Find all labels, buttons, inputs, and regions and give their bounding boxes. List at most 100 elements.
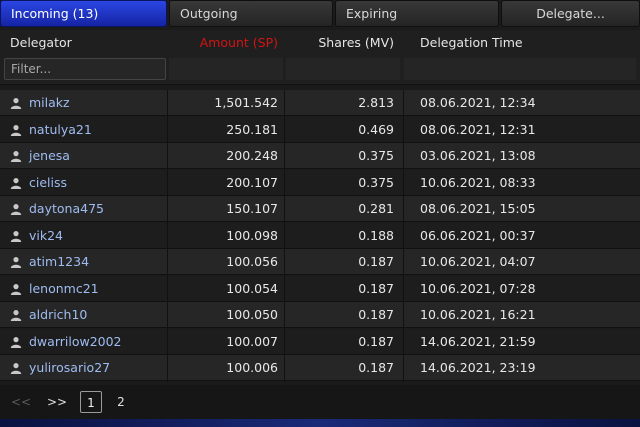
user-icon xyxy=(10,151,22,162)
tab-delegate[interactable]: Delegate... xyxy=(501,0,640,27)
delegation-time-cell: 10.06.2021, 08:33 xyxy=(420,174,536,190)
filter-time-cell xyxy=(404,58,636,80)
filter-shares-cell xyxy=(286,58,400,80)
shares-cell: 0.469 xyxy=(358,121,394,137)
user-icon xyxy=(10,310,22,321)
delegator-cell: natulya21 xyxy=(10,117,165,143)
tab-incoming[interactable]: Incoming (13) xyxy=(0,0,167,27)
user-icon xyxy=(10,177,22,189)
delegator-link[interactable]: aldrich10 xyxy=(29,302,87,328)
delegator-link[interactable]: cieliss xyxy=(29,170,67,196)
filter-row xyxy=(0,56,640,85)
delegator-link[interactable]: lenonmc21 xyxy=(29,276,99,302)
table-row[interactable]: atim1234 100.056 0.187 10.06.2021, 04:07 xyxy=(0,249,640,275)
amount-cell: 150.107 xyxy=(226,201,278,216)
header-delegator[interactable]: Delegator xyxy=(10,30,165,56)
table-row[interactable]: milakz 1,501.542 2.813 08.06.2021, 12:34 xyxy=(0,90,640,116)
delegation-time-cell: 08.06.2021, 12:31 xyxy=(420,121,536,137)
shares-cell: 0.187 xyxy=(358,254,394,269)
user-icon xyxy=(10,257,22,268)
delegation-time-cell: 08.06.2021, 15:05 xyxy=(420,201,536,216)
amount-cell: 200.248 xyxy=(226,148,278,163)
bottom-bar xyxy=(0,419,640,427)
header-amount[interactable]: Amount (SP) xyxy=(168,30,278,56)
delegation-time-cell: 10.06.2021, 16:21 xyxy=(420,307,536,322)
user-icon xyxy=(10,283,22,295)
shares-cell: 2.813 xyxy=(358,95,394,110)
table-row[interactable]: dwarrilow2002 100.007 0.187 14.06.2021, 21:… xyxy=(0,328,640,355)
user-icon xyxy=(10,363,22,374)
tab-bar: Incoming (13) Outgoing Expiring Delegate… xyxy=(0,0,640,28)
user-icon xyxy=(10,124,22,136)
amount-cell: 100.054 xyxy=(226,280,278,296)
table-row[interactable]: aldrich10 100.050 0.187 10.06.2021, 16:21 xyxy=(0,302,640,328)
column-separator xyxy=(284,90,285,382)
pager-prev-button[interactable]: << xyxy=(8,391,34,413)
table-row[interactable]: cieliss 200.107 0.375 10.06.2021, 08:33 xyxy=(0,169,640,196)
tab-delegate-label: Delegate... xyxy=(536,6,605,21)
delegator-cell: lenonmc21 xyxy=(10,276,165,302)
table-header: Delegator Amount (SP) Shares (MV) Delega… xyxy=(0,30,640,57)
delegator-link[interactable]: natulya21 xyxy=(29,117,92,143)
table-row[interactable]: lenonmc21 100.054 0.187 10.06.2021, 07:28 xyxy=(0,275,640,302)
delegator-link[interactable]: vik24 xyxy=(29,223,63,249)
tab-expiring[interactable]: Expiring xyxy=(335,0,499,27)
delegator-cell: yulirosario27 xyxy=(10,355,165,381)
delegator-link[interactable]: atim1234 xyxy=(29,249,89,275)
pager-page-2[interactable]: 2 xyxy=(110,391,132,413)
delegation-time-cell: 14.06.2021, 23:19 xyxy=(420,360,536,375)
delegation-time-cell: 08.06.2021, 12:34 xyxy=(420,95,536,110)
delegator-cell: vik24 xyxy=(10,223,165,249)
delegator-cell: dwarrilow2002 xyxy=(10,329,165,355)
delegator-link[interactable]: jenesa xyxy=(29,143,70,169)
delegator-cell: aldrich10 xyxy=(10,302,165,328)
shares-cell: 0.187 xyxy=(358,307,394,322)
delegation-time-cell: 14.06.2021, 21:59 xyxy=(420,333,536,349)
table-row[interactable]: vik24 100.098 0.188 06.06.2021, 00:37 xyxy=(0,222,640,249)
filter-box xyxy=(4,58,166,80)
shares-cell: 0.281 xyxy=(358,201,394,216)
amount-cell: 1,501.542 xyxy=(214,95,278,110)
delegation-time-cell: 03.06.2021, 13:08 xyxy=(420,148,536,163)
delegator-cell: atim1234 xyxy=(10,249,165,275)
table-row[interactable]: jenesa 200.248 0.375 03.06.2021, 13:08 xyxy=(0,143,640,169)
user-icon xyxy=(10,336,22,348)
delegator-cell: cieliss xyxy=(10,170,165,196)
shares-cell: 0.187 xyxy=(358,360,394,375)
filter-input[interactable] xyxy=(5,59,165,79)
user-icon xyxy=(10,204,22,215)
user-icon xyxy=(10,98,22,109)
delegator-cell: milakz xyxy=(10,90,165,116)
pager-page-1[interactable]: 1 xyxy=(80,391,102,413)
tab-incoming-label: Incoming (13) xyxy=(11,6,99,21)
shares-cell: 0.375 xyxy=(358,148,394,163)
user-icon xyxy=(10,230,22,242)
pager: << >> 1 2 xyxy=(0,385,640,419)
delegator-cell: daytona475 xyxy=(10,196,165,222)
delegator-cell: jenesa xyxy=(10,143,165,169)
header-delegation-time[interactable]: Delegation Time xyxy=(420,30,620,56)
table-row[interactable]: daytona475 150.107 0.281 08.06.2021, 15:05 xyxy=(0,196,640,222)
amount-cell: 100.006 xyxy=(226,360,278,375)
column-separator xyxy=(403,90,404,382)
table-row[interactable]: natulya21 250.181 0.469 08.06.2021, 12:31 xyxy=(0,116,640,143)
delegation-time-cell: 06.06.2021, 00:37 xyxy=(420,227,536,243)
table-row[interactable]: yulirosario27 100.006 0.187 14.06.2021, 23:… xyxy=(0,355,640,381)
delegation-time-cell: 10.06.2021, 07:28 xyxy=(420,280,536,296)
delegator-link[interactable]: daytona475 xyxy=(29,196,104,222)
amount-cell: 100.056 xyxy=(226,254,278,269)
amount-cell: 200.107 xyxy=(226,174,278,190)
shares-cell: 0.187 xyxy=(358,280,394,296)
pager-next-button[interactable]: >> xyxy=(44,391,70,413)
filter-amount-cell xyxy=(169,58,283,80)
column-separator xyxy=(167,90,168,382)
shares-cell: 0.375 xyxy=(358,174,394,190)
header-shares[interactable]: Shares (MV) xyxy=(286,30,394,56)
shares-cell: 0.188 xyxy=(358,227,394,243)
amount-cell: 100.050 xyxy=(226,307,278,322)
shares-cell: 0.187 xyxy=(358,333,394,349)
delegator-link[interactable]: yulirosario27 xyxy=(29,355,110,381)
delegator-link[interactable]: milakz xyxy=(29,90,70,116)
tab-outgoing[interactable]: Outgoing xyxy=(169,0,333,27)
delegator-link[interactable]: dwarrilow2002 xyxy=(29,329,122,355)
